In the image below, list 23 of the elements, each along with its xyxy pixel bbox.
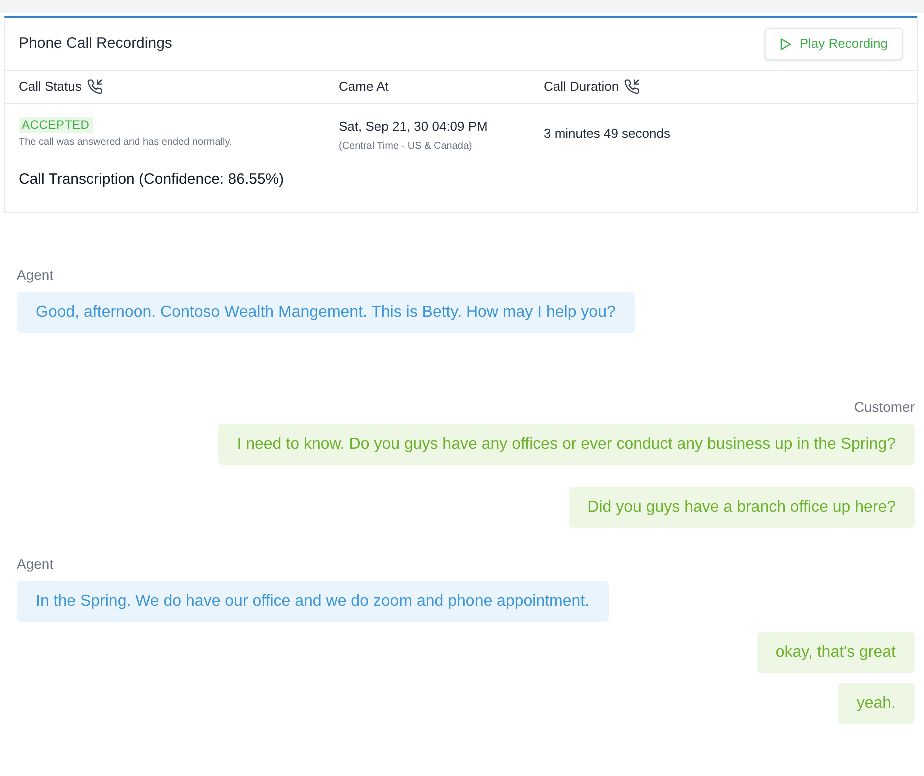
speaker-label: Agent <box>17 266 54 285</box>
column-header: Call Status <box>19 78 82 96</box>
status-badge: ACCEPTED <box>19 117 93 133</box>
message-bubble: Good, afternoon. Contoso Wealth Mangement. This is Betty. How may I help you? <box>17 292 635 333</box>
status-description: The call was answered and has ended normally. <box>19 136 232 150</box>
call-duration: 3 minutes 49 seconds <box>544 125 670 143</box>
card-title: Phone Call Recordings <box>19 34 172 54</box>
message-bubble: yeah. <box>838 683 915 724</box>
message-bubble: In the Spring. We do have our office and we do zoom and phone appointment. <box>17 581 609 622</box>
timezone: (Central Time - US & Canada) <box>339 140 474 154</box>
phone-incoming-icon <box>624 79 640 95</box>
column-header: Came At <box>339 78 389 96</box>
column-header: Call Duration <box>544 78 620 96</box>
speaker-label: Customer <box>854 398 915 417</box>
message-bubble: Did you guys have a branch office up here? <box>568 487 915 528</box>
play-icon <box>780 38 792 50</box>
play-recording-button[interactable]: Play Recording <box>764 28 903 60</box>
phone-incoming-icon <box>86 79 103 95</box>
transcription-title: Call Transcription (Confidence: 86.55%) <box>19 171 284 188</box>
message-bubble: I need to know. Do you guys have any offices or ever conduct any business up in the Spring? <box>218 424 915 465</box>
speaker-label: Agent <box>17 555 54 574</box>
call-date: Sat, Sep 21, 30 04:09 PM <box>339 118 489 136</box>
message-bubble: okay, that's great <box>756 632 915 673</box>
